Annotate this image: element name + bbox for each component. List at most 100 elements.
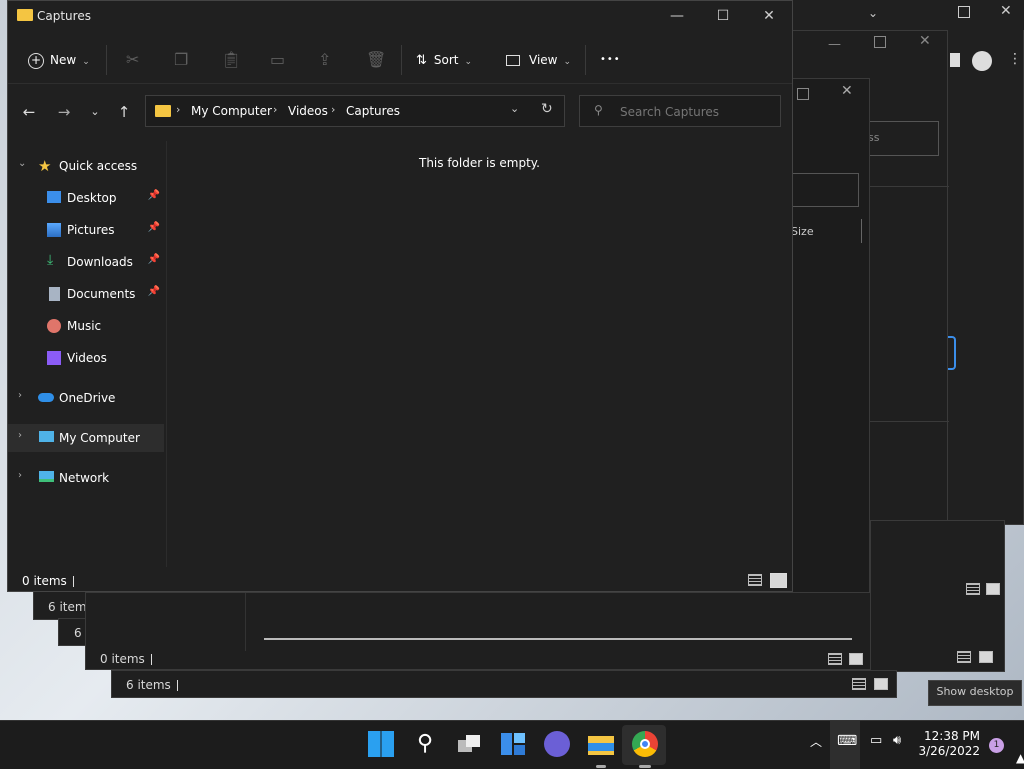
details-view-icon[interactable] (828, 653, 842, 665)
network-tray-icon[interactable]: ▭ (870, 733, 882, 748)
maximize-icon[interactable] (958, 6, 970, 18)
details-view-icon[interactable] (957, 651, 971, 663)
background-window-6items-right[interactable] (870, 520, 1005, 672)
background-window-d[interactable]: 6 items (111, 670, 897, 698)
text-field[interactable] (791, 173, 859, 207)
minimize-icon[interactable]: — (828, 37, 841, 52)
delete-icon[interactable]: 🗑︎ (366, 49, 386, 71)
paste-icon[interactable]: 📋︎ (221, 49, 241, 71)
close-icon[interactable]: ✕ (919, 33, 931, 49)
maximize-icon[interactable] (797, 88, 809, 100)
chat-icon[interactable] (544, 731, 570, 757)
maximize-button[interactable]: ☐ (700, 1, 746, 33)
network-icon (39, 471, 54, 482)
chevron-down-icon: ⌄ (563, 57, 572, 67)
notification-badge[interactable]: 1 (989, 738, 1004, 753)
downloads-icon: ⤓ (47, 252, 54, 268)
address-dropdown-chevron-icon[interactable]: ⌄ (510, 102, 519, 115)
background-window-2[interactable]: ✕ Size (790, 78, 916, 643)
pin-icon[interactable]: 📌 (148, 254, 160, 265)
sidebar-item-music[interactable]: Music (8, 312, 164, 340)
onedrive-cloud-icon (38, 393, 54, 402)
details-view-icon[interactable] (748, 574, 762, 586)
volume-icon[interactable]: 🔊︎ (893, 733, 901, 748)
sidebar-item-quick-access[interactable]: ⌄ ★ Quick access (8, 152, 164, 180)
clock[interactable]: 12:38 PM 3/26/2022 (918, 729, 980, 759)
back-arrow-icon[interactable]: ← (18, 101, 40, 123)
background-window-c[interactable]: 0 items (85, 592, 871, 670)
search-box[interactable]: ⚲ (579, 95, 781, 127)
view-button[interactable]: View ⌄ (506, 49, 571, 71)
tiles-view-icon[interactable] (986, 583, 1000, 595)
chevron-right-icon[interactable]: › (176, 103, 180, 116)
widgets-icon[interactable] (500, 731, 526, 757)
maximize-icon[interactable] (874, 36, 886, 48)
sidebar-item-network[interactable]: › Network (8, 464, 164, 492)
pin-icon[interactable]: 📌 (148, 222, 160, 233)
time: 12:38 PM (924, 729, 980, 743)
tiles-view-icon[interactable] (770, 573, 787, 588)
chevron-down-icon[interactable]: ⌄ (18, 158, 26, 169)
background-window-far-right[interactable]: ⋮ (945, 0, 1024, 525)
show-hidden-icons-chevron-icon[interactable]: ︿ (810, 733, 822, 750)
sort-button[interactable]: ⇅ Sort ⌄ (416, 49, 472, 71)
more-vertical-icon[interactable]: ⋮ (1008, 51, 1022, 67)
videos-icon (47, 351, 61, 365)
close-icon[interactable]: ✕ (841, 83, 853, 99)
search-input[interactable] (618, 101, 772, 123)
file-explorer-window[interactable]: Captures — ☐ ✕ + New ⌄ ✂ ❐ 📋︎ ▭ ⇪ 🗑︎ ⇅ Sort… (7, 0, 793, 592)
documents-icon (49, 287, 60, 301)
title-bar[interactable]: Captures — ☐ ✕ (8, 1, 792, 33)
start-button-windows-icon[interactable] (368, 731, 394, 757)
sidebar-item-documents[interactable]: Documents 📌 (8, 280, 164, 308)
new-button[interactable]: + New ⌄ (28, 49, 90, 71)
address-bar[interactable]: › My Computer › Videos › Captures ⌄ ↻ (145, 95, 565, 127)
more-options-icon[interactable]: ••• (600, 49, 621, 71)
rename-icon[interactable]: ▭ (270, 49, 285, 71)
chevron-right-icon[interactable]: › (18, 390, 22, 401)
tiles-view-icon[interactable] (874, 678, 888, 690)
forward-arrow-icon[interactable]: → (53, 101, 75, 123)
sidebar-divider (245, 593, 246, 651)
column-divider[interactable] (861, 219, 862, 243)
chevron-down-icon: ⌄ (464, 57, 473, 67)
task-view-icon[interactable] (456, 731, 482, 757)
chevron-right-icon[interactable]: › (331, 103, 335, 116)
horizontal-scrollbar[interactable] (264, 638, 852, 640)
pin-icon[interactable]: 📌 (148, 286, 160, 297)
size-column-header[interactable]: Size (791, 225, 814, 238)
breadcrumb-captures[interactable]: Captures (346, 104, 400, 118)
pin-icon[interactable]: 📌 (148, 190, 160, 201)
tiles-view-icon[interactable] (979, 651, 993, 663)
account-icon[interactable] (972, 51, 992, 71)
chevron-right-icon[interactable]: › (18, 470, 22, 481)
tiles-view-icon[interactable] (849, 653, 863, 665)
details-view-icon[interactable] (966, 583, 980, 595)
close-button[interactable]: ✕ (746, 1, 792, 33)
breadcrumb-videos[interactable]: Videos (288, 104, 328, 118)
sidebar-item-videos[interactable]: Videos (8, 344, 164, 372)
refresh-icon[interactable]: ↻ (541, 101, 553, 117)
chevron-down-icon[interactable]: ⌄ (868, 6, 878, 20)
up-arrow-icon[interactable]: ↑ (113, 101, 135, 123)
minimize-button[interactable]: — (654, 1, 700, 33)
copy-icon[interactable]: ❐ (174, 49, 188, 71)
sidebar-item-my-computer[interactable]: › My Computer (8, 424, 164, 452)
sidebar-item-downloads[interactable]: ⤓ Downloads 📌 (8, 248, 164, 276)
file-list-area[interactable]: This folder is empty. (167, 141, 792, 567)
chrome-icon[interactable] (632, 731, 658, 757)
chevron-right-icon[interactable]: › (273, 103, 277, 116)
share-icon[interactable]: ⇪ (318, 49, 331, 71)
close-icon[interactable]: ✕ (1000, 3, 1012, 19)
sidebar-item-onedrive[interactable]: › OneDrive (8, 384, 164, 412)
recent-locations-chevron-icon[interactable]: ⌄ (84, 101, 106, 123)
sidebar-item-desktop[interactable]: Desktop 📌 (8, 184, 164, 212)
search-icon[interactable]: ⚲ (412, 731, 438, 757)
chevron-right-icon[interactable]: › (18, 430, 22, 441)
sidebar-item-pictures[interactable]: Pictures 📌 (8, 216, 164, 244)
file-explorer-taskbar-icon[interactable] (588, 731, 614, 757)
details-view-icon[interactable] (852, 678, 866, 690)
cut-icon[interactable]: ✂ (126, 49, 139, 71)
breadcrumb-my-computer[interactable]: My Computer (191, 104, 272, 118)
keyboard-icon[interactable]: ⌨ (837, 733, 857, 749)
